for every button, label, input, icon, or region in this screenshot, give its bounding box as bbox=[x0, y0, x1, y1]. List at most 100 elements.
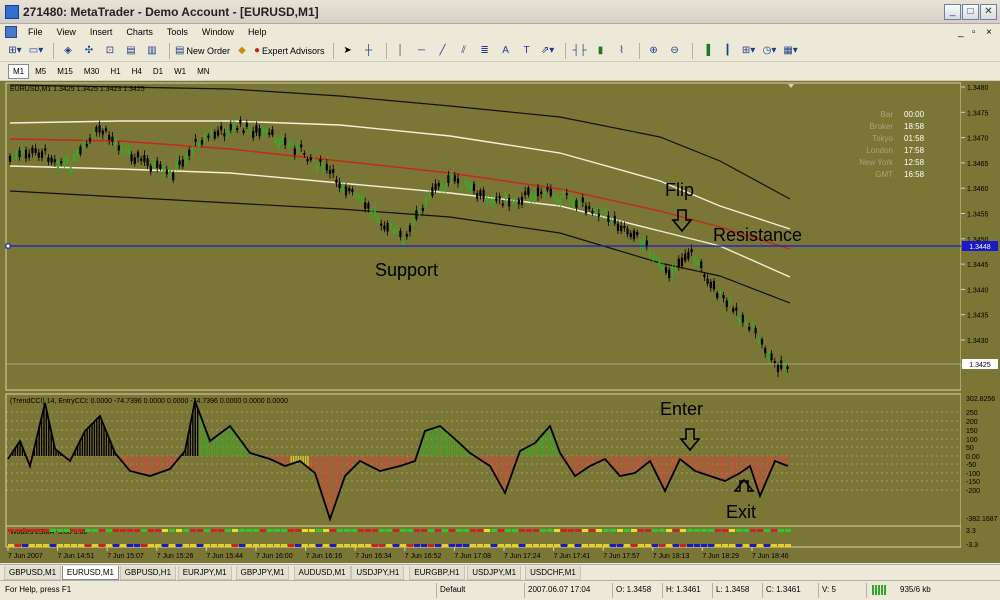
candle-body bbox=[741, 314, 744, 323]
market-watch-button[interactable]: ◈ bbox=[59, 42, 77, 59]
menu-insert[interactable]: Insert bbox=[83, 24, 120, 40]
arrows-button[interactable]: ⇗▾ bbox=[539, 42, 557, 59]
window-title: 271480: MetaTrader - Demo Account - [EUR… bbox=[23, 4, 319, 19]
woodies-dot bbox=[771, 544, 777, 547]
indicators-button[interactable]: ⊞▾ bbox=[740, 42, 758, 59]
profiles-button[interactable]: ▭▾ bbox=[27, 42, 45, 59]
maximize-button[interactable]: □ bbox=[962, 4, 979, 20]
woodies-dot bbox=[554, 529, 560, 532]
menu-view[interactable]: View bbox=[50, 24, 83, 40]
child-close-button[interactable]: × bbox=[986, 27, 992, 38]
time-tick-label: 7 Jun 17:24 bbox=[504, 553, 541, 560]
chart-tab[interactable]: USDJPY,H1 bbox=[351, 566, 405, 580]
woodies-dot bbox=[239, 529, 245, 532]
woodies-dot bbox=[134, 544, 140, 547]
crosshair-button[interactable]: ┼ bbox=[360, 42, 378, 59]
chart-tab[interactable]: GBPUSD,M1 bbox=[4, 566, 62, 580]
navigator-button[interactable]: ✣ bbox=[80, 42, 98, 59]
candle-body bbox=[501, 203, 504, 206]
horizontal-line-button[interactable]: ─ bbox=[413, 42, 431, 59]
timeframe-m15[interactable]: M15 bbox=[52, 64, 78, 79]
new-chart-button[interactable]: ⊞▾ bbox=[6, 42, 24, 59]
trendline-button[interactable]: ╱ bbox=[434, 42, 452, 59]
terminal-button[interactable]: ▤ bbox=[122, 42, 140, 59]
chart-tab[interactable]: USDCHF,M1 bbox=[525, 566, 581, 580]
cursor-button[interactable]: ➤ bbox=[339, 42, 357, 59]
timeframe-h4[interactable]: H4 bbox=[127, 64, 147, 79]
candle-body bbox=[56, 160, 60, 169]
candle-body bbox=[418, 209, 421, 213]
candle-body bbox=[146, 158, 149, 166]
chart-window[interactable]: 1.3480 1.3475 1.3470 1.3465 1.3460 1.3455 1.34… bbox=[0, 81, 1000, 563]
expert-advisors-button[interactable]: ● Expert Advisors bbox=[254, 42, 325, 59]
woodies-dot bbox=[568, 544, 574, 547]
menu-file[interactable]: File bbox=[21, 24, 50, 40]
status-divider bbox=[524, 583, 525, 598]
timeframe-bar: M1 M5 M15 M30 H1 H4 D1 W1 MN bbox=[0, 62, 1000, 81]
channel-button[interactable]: ⫽ bbox=[455, 42, 473, 59]
line-chart-button[interactable]: ⌇ bbox=[613, 42, 631, 59]
woodies-dot bbox=[463, 529, 469, 532]
woodies-dot bbox=[393, 544, 399, 547]
text-button[interactable]: A bbox=[497, 42, 515, 59]
menu-help[interactable]: Help bbox=[241, 24, 274, 40]
candlestick-button[interactable]: ▮ bbox=[592, 42, 610, 59]
candle-body bbox=[63, 158, 66, 166]
minimize-button[interactable]: _ bbox=[944, 4, 961, 20]
new-order-button[interactable]: ▤ New Order bbox=[175, 42, 230, 59]
close-button[interactable]: ✕ bbox=[980, 4, 997, 20]
candle-body bbox=[149, 165, 152, 172]
woodies-dot bbox=[134, 529, 140, 532]
zoom-in-button[interactable]: ⊕ bbox=[645, 42, 663, 59]
candle-body bbox=[514, 199, 517, 203]
chart-tab[interactable]: USDJPY,M1 bbox=[467, 566, 522, 580]
templates-button[interactable]: ▦▾ bbox=[782, 42, 800, 59]
cci-scale-label: -50 bbox=[966, 462, 976, 469]
chart-tab[interactable]: GBPUSD,H1 bbox=[119, 566, 177, 580]
woodies-dot bbox=[337, 544, 343, 547]
child-minimize-button[interactable]: _ bbox=[958, 27, 964, 38]
menu-charts[interactable]: Charts bbox=[119, 24, 160, 40]
timeframe-mn[interactable]: MN bbox=[192, 64, 214, 79]
chart-tab[interactable]: GBPJPY,M1 bbox=[235, 566, 290, 580]
candle-body bbox=[271, 129, 274, 136]
woodies-dot bbox=[498, 529, 504, 532]
chart-tab[interactable]: AUDUSD,M1 bbox=[293, 566, 351, 580]
chart-shift-button[interactable]: ▕▏ bbox=[719, 42, 737, 59]
timeframe-m5[interactable]: M5 bbox=[30, 64, 51, 79]
timeframe-h1[interactable]: H1 bbox=[105, 64, 125, 79]
menu-tools[interactable]: Tools bbox=[160, 24, 195, 40]
child-restore-button[interactable]: ▫ bbox=[972, 27, 976, 38]
candle-body bbox=[309, 157, 312, 161]
candle-body bbox=[428, 192, 431, 197]
candle-body bbox=[757, 338, 760, 344]
bar-chart-button[interactable]: ┤├ bbox=[571, 42, 589, 59]
woodies-dot bbox=[407, 529, 413, 532]
metaeditor-button[interactable]: ◆ bbox=[233, 42, 251, 59]
candle-body bbox=[175, 160, 178, 168]
woodies-dot bbox=[575, 529, 581, 532]
chart-canvas[interactable]: 1.3480 1.3475 1.3470 1.3465 1.3460 1.3455 1.34… bbox=[0, 81, 1000, 563]
timeframe-m1[interactable]: M1 bbox=[8, 63, 30, 79]
chart-tab[interactable]: EURGBP,H1 bbox=[409, 566, 465, 580]
label-button[interactable]: T bbox=[518, 42, 536, 59]
chart-tab[interactable]: EURUSD,M1 bbox=[61, 566, 120, 580]
data-window-button[interactable]: ⊡ bbox=[101, 42, 119, 59]
periods-button[interactable]: ◷▾ bbox=[761, 42, 779, 59]
auto-scroll-button[interactable]: ▐ bbox=[698, 42, 716, 59]
candle-body bbox=[258, 128, 261, 137]
candle-body bbox=[568, 198, 572, 204]
timeframe-w1[interactable]: W1 bbox=[169, 64, 191, 79]
woodies-dot bbox=[638, 529, 644, 532]
menu-window[interactable]: Window bbox=[195, 24, 241, 40]
vertical-line-button[interactable]: │ bbox=[392, 42, 410, 59]
zoom-out-button[interactable]: ⊖ bbox=[666, 42, 684, 59]
tester-button[interactable]: ▥ bbox=[143, 42, 161, 59]
fibonacci-button[interactable]: ≣ bbox=[476, 42, 494, 59]
woodies-dot bbox=[596, 529, 602, 532]
chart-tab[interactable]: EURJPY,M1 bbox=[177, 566, 232, 580]
candle-body bbox=[101, 130, 104, 135]
timeframe-m30[interactable]: M30 bbox=[79, 64, 105, 79]
line-anchor[interactable] bbox=[5, 243, 11, 249]
timeframe-d1[interactable]: D1 bbox=[148, 64, 168, 79]
